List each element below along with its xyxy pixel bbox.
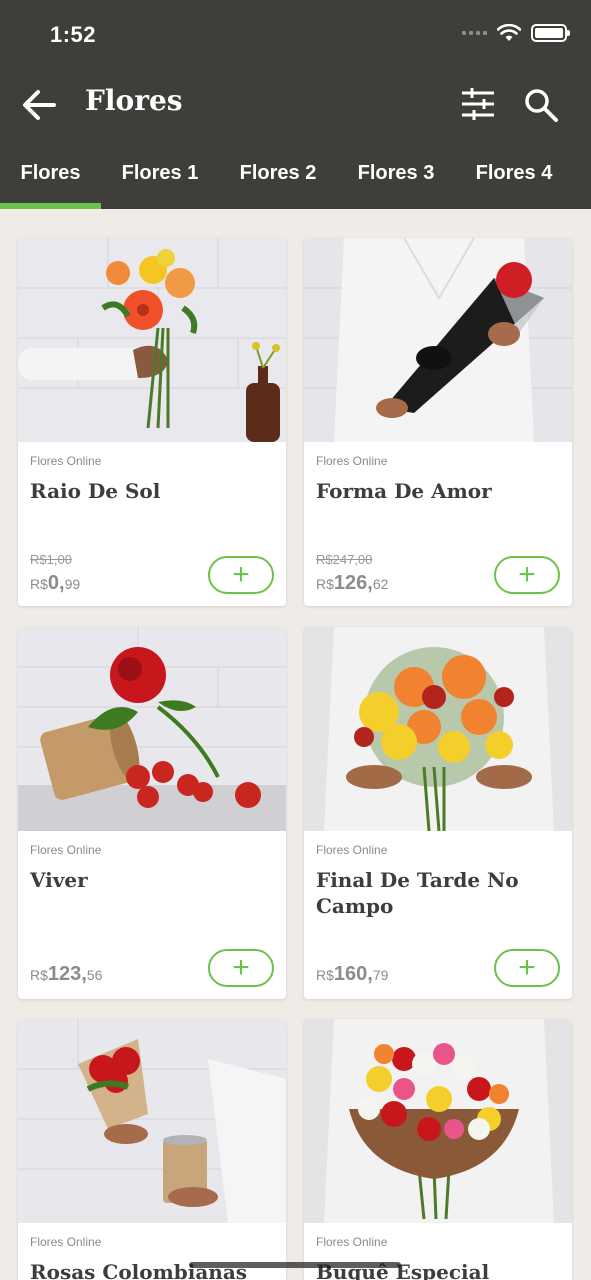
tab-flores-3[interactable]: Flores 3 [337,150,455,209]
top-bar: 1:52 Flores Flores Flores 1 Flores 2 Flo… [0,0,591,209]
add-to-cart-button[interactable]: + [208,949,274,987]
product-image [18,627,286,831]
wifi-icon [497,24,521,41]
battery-icon [531,24,570,42]
product-name: Final De Tarde No Campo [316,868,519,918]
product-brand: Flores Online [316,843,388,857]
product-price: R$123,56 [30,963,103,985]
product-card[interactable]: Flores Online Rosas Colombianas Com [18,1019,286,1280]
signal-icon [462,31,487,35]
product-image [18,1019,286,1223]
category-tabs: Flores Flores 1 Flores 2 Flores 3 Flores… [0,150,591,209]
product-name: Viver [30,868,88,892]
status-icons [462,24,570,42]
product-card[interactable]: Flores Online Buquê Especial [304,1019,572,1280]
tab-flores-1[interactable]: Flores 1 [101,150,219,209]
product-brand: Flores Online [30,843,102,857]
product-name: Forma De Amor [316,479,492,503]
add-to-cart-button[interactable]: + [208,556,274,594]
product-price: R$160,79 [316,963,389,985]
product-image [304,627,572,832]
product-card[interactable]: Flores Online Forma De Amor R$247,00 R$1… [304,238,572,606]
product-brand: Flores Online [30,454,102,468]
back-arrow-icon[interactable] [20,86,58,124]
product-price: R$0,99 [30,572,81,594]
product-card[interactable]: Flores Online Final De Tarde No Campo R$… [304,627,572,999]
product-card[interactable]: Flores Online Raio De Sol R$1,00 R$0,99 … [18,238,286,606]
tab-flores-4[interactable]: Flores 4 [455,150,573,209]
filter-icon[interactable] [460,86,496,122]
add-to-cart-button[interactable]: + [494,949,560,987]
old-price: R$247,00 [316,552,373,567]
product-card[interactable]: Flores Online Viver R$123,56 + [18,627,286,999]
product-price: R$126,62 [316,572,389,594]
tab-flores[interactable]: Flores [0,150,101,209]
home-indicator[interactable] [189,1262,401,1268]
page-title: Flores [85,84,183,117]
product-brand: Flores Online [30,1235,102,1249]
product-image [304,238,572,442]
product-image [18,238,286,442]
search-icon[interactable] [522,86,560,124]
product-brand: Flores Online [316,454,388,468]
status-time: 1:52 [50,22,97,47]
product-name: Raio De Sol [30,479,161,503]
old-price: R$1,00 [30,552,72,567]
add-to-cart-button[interactable]: + [494,556,560,594]
product-image [304,1019,572,1223]
tab-flores-2[interactable]: Flores 2 [219,150,337,209]
product-brand: Flores Online [316,1235,388,1249]
